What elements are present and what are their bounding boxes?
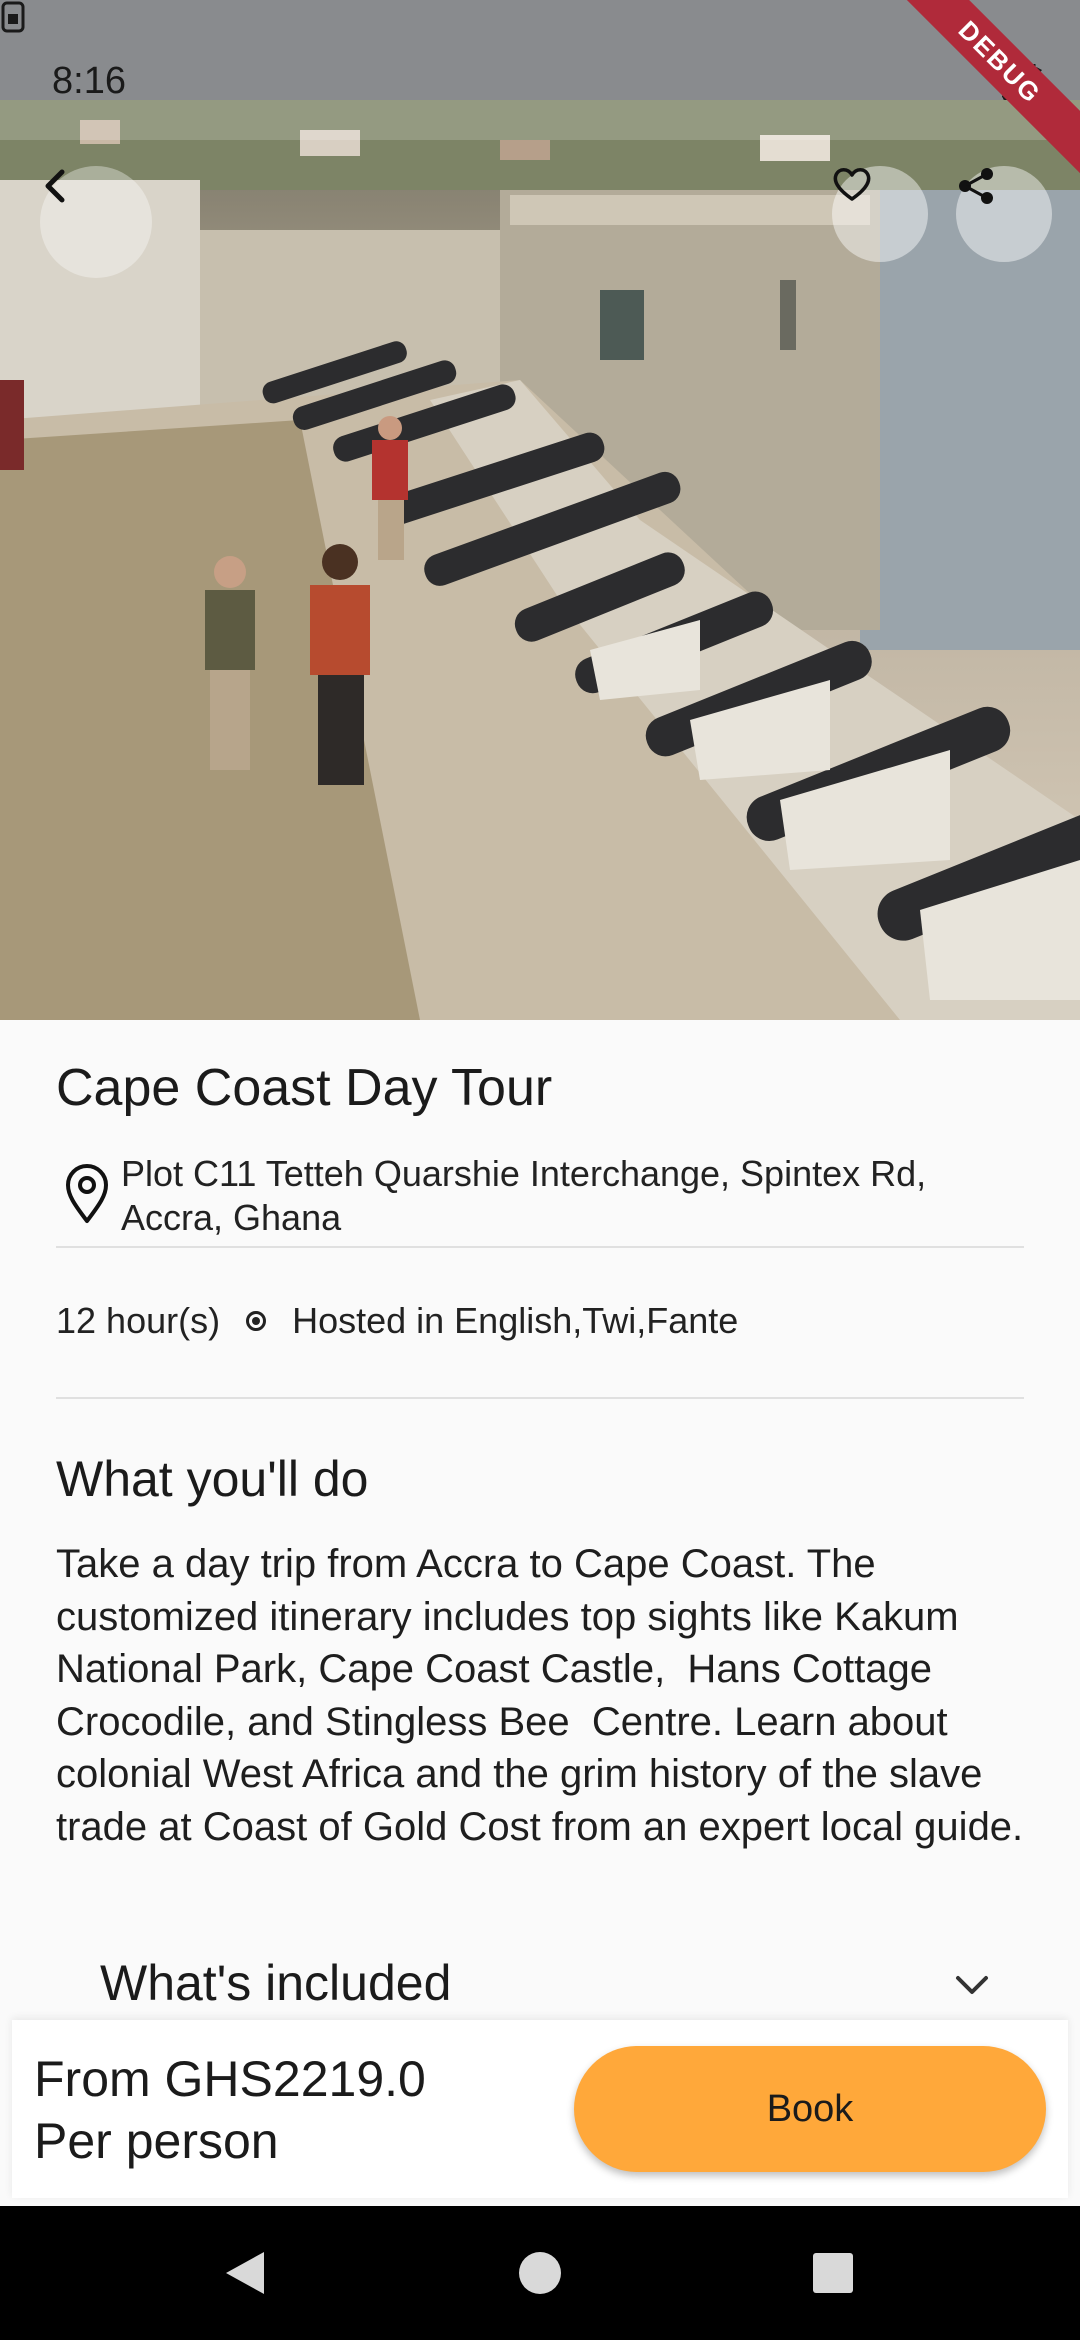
chevron-down-icon <box>956 1976 988 1994</box>
favorite-button[interactable] <box>832 166 928 262</box>
divider <box>56 1397 1024 1399</box>
what-you-do-text: Take a day trip from Accra to Cape Coast… <box>56 1542 1024 1849</box>
divider <box>56 1246 1024 1248</box>
status-bar: 8:16 <box>0 0 1080 140</box>
nav-home-icon[interactable] <box>515 2248 565 2298</box>
whats-included-heading: What's included <box>100 1955 452 2011</box>
tour-address: Plot C11 Tetteh Quarshie Interchange, Sp… <box>121 1153 927 1238</box>
castle-photo-illustration <box>0 0 1080 1020</box>
system-nav-bar <box>0 2206 1080 2340</box>
share-icon <box>959 168 993 204</box>
tour-languages: Hosted in English,Twi,Fante <box>292 1300 739 1341</box>
chevron-left-icon <box>45 169 65 203</box>
hero-photo: 8:16 DEBUG <box>0 0 1080 1020</box>
nav-recents-icon[interactable] <box>808 2248 858 2298</box>
what-you-do-heading: What you'll do <box>56 1451 369 1507</box>
tour-duration: 12 hour(s) <box>56 1300 221 1341</box>
bullet-dot-icon <box>246 1311 267 1331</box>
price-label: From GHS2219.0 Per person <box>34 2048 426 2172</box>
price-unit: Per person <box>34 2113 279 2169</box>
sim-card-icon <box>1 1 25 33</box>
booking-bar: From GHS2219.0 Per person Book <box>12 2020 1068 2198</box>
share-button[interactable] <box>956 166 1052 262</box>
book-button[interactable]: Book <box>574 2046 1046 2172</box>
back-button[interactable] <box>40 166 152 278</box>
tour-title: Cape Coast Day Tour <box>56 1059 553 1117</box>
nav-back-icon[interactable] <box>220 2248 270 2298</box>
location-pin-icon <box>66 1164 108 1223</box>
status-time: 8:16 <box>52 60 126 102</box>
whats-included-toggle[interactable]: What's included <box>100 1950 1000 2020</box>
heart-icon <box>833 168 871 201</box>
tour-meta: 12 hour(s) Hosted in English,Twi,Fante <box>56 1300 738 1342</box>
price-amount: From GHS2219.0 <box>34 2051 426 2107</box>
